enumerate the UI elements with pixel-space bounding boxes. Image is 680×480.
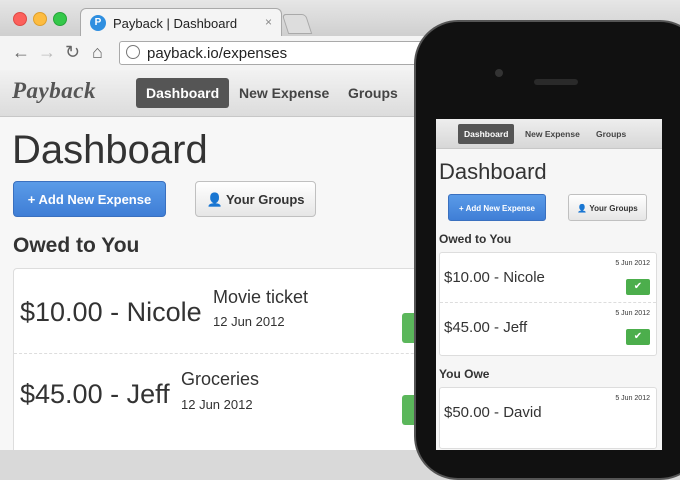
- browser-tab[interactable]: P Payback | Dashboard ×: [80, 8, 282, 37]
- close-tab-icon[interactable]: ×: [265, 15, 272, 29]
- zoom-window-button[interactable]: [53, 12, 67, 26]
- mobile-nav-new-expense[interactable]: New Expense: [525, 124, 580, 144]
- mobile-your-groups-button[interactable]: 👤 Your Groups: [568, 194, 647, 221]
- mobile-expense-date: 5 Jun 2012: [615, 310, 650, 317]
- tab-title: Payback | Dashboard: [113, 16, 238, 31]
- speaker-grille: [534, 79, 578, 85]
- expense-description: Movie ticket: [213, 287, 309, 307]
- expense-amount: $10.00 - Nicole: [20, 297, 202, 327]
- mobile-owed-list: $10.00 - Nicole 5 Jun 2012 ✔ $45.00 - Je…: [439, 252, 657, 356]
- mobile-page-title: Dashboard: [439, 159, 547, 184]
- mobile-owed-heading: Owed to You: [439, 232, 512, 246]
- your-groups-button[interactable]: 👤 Your Groups: [195, 181, 316, 217]
- expense-amount: $45.00 - Jeff: [20, 379, 170, 409]
- nav-dashboard[interactable]: Dashboard: [136, 78, 230, 108]
- camera-icon: [495, 69, 503, 77]
- new-tab-button[interactable]: [281, 14, 313, 34]
- owed-heading: Owed to You: [13, 234, 140, 257]
- owed-list: $10.00 - Nicole Movie ticket 12 Jun 2012…: [13, 268, 455, 450]
- row-divider: [14, 353, 454, 354]
- nav-new-expense[interactable]: New Expense: [239, 78, 329, 108]
- page-title: Dashboard: [12, 128, 208, 172]
- mobile-owe-list: $50.00 - David 5 Jun 2012: [439, 387, 657, 449]
- mobile-nav-dashboard[interactable]: Dashboard: [458, 124, 515, 144]
- mobile-screen: Dashboard New Expense Groups Dashboard +…: [436, 119, 662, 450]
- mobile-your-groups-label: Your Groups: [589, 204, 638, 213]
- mobile-expense-date: 5 Jun 2012: [615, 260, 650, 267]
- mobile-you-owe-heading: You Owe: [439, 367, 490, 381]
- check-icon[interactable]: ✔: [626, 279, 650, 295]
- brand-logo[interactable]: Payback: [12, 78, 96, 104]
- nav-groups[interactable]: Groups: [348, 78, 398, 108]
- home-icon[interactable]: ⌂: [92, 42, 103, 63]
- mobile-expense-amount: $45.00 - Jeff: [444, 319, 528, 336]
- mobile-expense-amount: $50.00 - David: [444, 404, 542, 421]
- url-text: payback.io/expenses: [147, 45, 288, 62]
- expense-date: 12 Jun 2012: [181, 397, 253, 412]
- minimize-window-button[interactable]: [33, 12, 47, 26]
- expense-description: Groceries: [181, 369, 260, 389]
- expense-date: 12 Jun 2012: [213, 314, 285, 329]
- user-icon: 👤: [577, 204, 588, 213]
- add-expense-button[interactable]: + Add New Expense: [13, 181, 166, 217]
- back-arrow-icon[interactable]: ←: [12, 42, 30, 63]
- user-icon: 👤: [206, 192, 223, 207]
- check-icon[interactable]: ✔: [626, 329, 650, 345]
- mobile-nav-groups[interactable]: Groups: [596, 124, 626, 144]
- close-window-button[interactable]: [13, 12, 27, 26]
- forward-arrow-icon[interactable]: →: [38, 42, 56, 63]
- reload-icon[interactable]: ↻: [65, 42, 80, 63]
- globe-icon: [126, 45, 140, 59]
- mobile-expense-date: 5 Jun 2012: [615, 395, 650, 402]
- mobile-add-expense-button[interactable]: + Add New Expense: [448, 194, 546, 221]
- favicon-icon: P: [90, 15, 106, 31]
- mobile-navbar: Dashboard New Expense Groups: [436, 119, 662, 149]
- row-divider: [440, 302, 656, 303]
- your-groups-label: Your Groups: [226, 192, 305, 207]
- mobile-expense-amount: $10.00 - Nicole: [444, 269, 545, 286]
